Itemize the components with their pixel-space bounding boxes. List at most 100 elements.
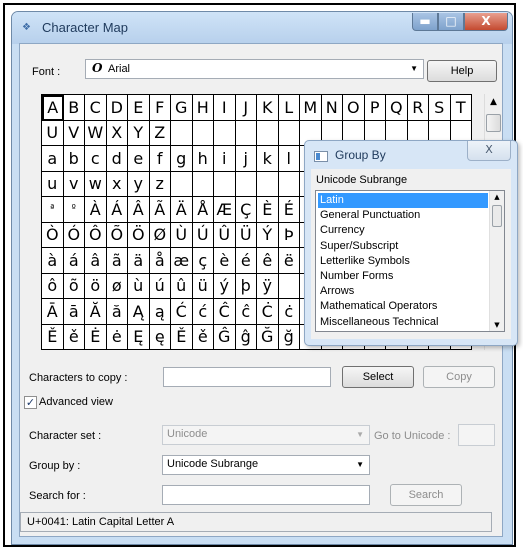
search-button[interactable]: Search (390, 484, 462, 506)
character-cell[interactable]: È (257, 197, 279, 223)
character-cell[interactable]: I (214, 95, 236, 121)
subrange-list-item[interactable]: Miscellaneous Technical (318, 315, 488, 330)
character-cell[interactable]: æ (171, 248, 193, 274)
character-cell[interactable]: J (235, 95, 257, 121)
character-cell[interactable]: L (278, 95, 300, 121)
character-cell[interactable]: ý (214, 273, 236, 299)
character-cell[interactable]: Á (106, 197, 128, 223)
character-cell[interactable]: Ċ (257, 299, 279, 325)
character-cell[interactable]: Ø (149, 222, 171, 248)
character-cell[interactable]: e (128, 146, 150, 172)
character-cell[interactable]: Ě (42, 324, 64, 350)
search-input[interactable] (162, 485, 370, 505)
character-cell[interactable]: ÿ (257, 273, 279, 299)
character-cell[interactable]: Ě (171, 324, 193, 350)
character-cell[interactable]: k (257, 146, 279, 172)
character-cell[interactable]: É (278, 197, 300, 223)
minimize-button[interactable]: ▬ (412, 13, 438, 31)
character-cell[interactable]: Ę (128, 324, 150, 350)
character-cell[interactable]: B (63, 95, 85, 121)
subrange-list-item[interactable]: General Punctuation (318, 208, 488, 223)
character-cell[interactable]: Z (149, 120, 171, 146)
character-cell[interactable]: ą (149, 299, 171, 325)
character-cell[interactable]: ĝ (235, 324, 257, 350)
character-cell[interactable]: ö (85, 273, 107, 299)
character-cell[interactable]: K (257, 95, 279, 121)
character-cell[interactable] (171, 120, 193, 146)
character-cell[interactable]: x (106, 171, 128, 197)
character-cell[interactable]: ä (128, 248, 150, 274)
scroll-thumb[interactable] (486, 114, 501, 132)
character-cell[interactable]: v (63, 171, 85, 197)
character-cell[interactable]: U (42, 120, 64, 146)
character-cell[interactable] (278, 171, 300, 197)
character-cell[interactable]: d (106, 146, 128, 172)
character-cell[interactable]: Ç (235, 197, 257, 223)
character-cell[interactable]: Ĉ (214, 299, 236, 325)
character-cell[interactable]: S (429, 95, 451, 121)
character-cell[interactable] (278, 120, 300, 146)
advanced-view-checkbox[interactable]: ✓ (24, 396, 37, 409)
character-cell[interactable]: Ğ (257, 324, 279, 350)
character-cell[interactable]: à (42, 248, 64, 274)
character-cell[interactable]: Ö (128, 222, 150, 248)
character-cell[interactable]: Ú (192, 222, 214, 248)
character-cell[interactable]: l (278, 146, 300, 172)
character-cell[interactable]: ø (106, 273, 128, 299)
character-cell[interactable]: Ą (128, 299, 150, 325)
character-cell[interactable]: Ã (149, 197, 171, 223)
character-cell[interactable]: i (214, 146, 236, 172)
subrange-list-item[interactable]: Letterlike Symbols (318, 254, 488, 269)
character-cell[interactable]: Â (128, 197, 150, 223)
font-dropdown[interactable]: O Arial ▼ (85, 59, 424, 79)
list-scroll-down-icon[interactable]: ▼ (490, 321, 504, 329)
character-cell[interactable]: û (171, 273, 193, 299)
character-cell[interactable]: ë (278, 248, 300, 274)
character-cell[interactable]: ć (192, 299, 214, 325)
character-cell[interactable]: ª (42, 197, 64, 223)
character-cell[interactable]: H (192, 95, 214, 121)
character-cell[interactable]: ü (192, 273, 214, 299)
character-cell[interactable]: V (63, 120, 85, 146)
characters-to-copy-input[interactable] (163, 367, 331, 387)
character-cell[interactable]: P (364, 95, 386, 121)
list-scroll-up-icon[interactable]: ▲ (490, 193, 504, 201)
character-cell[interactable]: ě (192, 324, 214, 350)
character-cell[interactable]: Ä (171, 197, 193, 223)
character-cell[interactable]: Ù (171, 222, 193, 248)
character-cell[interactable] (214, 120, 236, 146)
character-cell[interactable]: Ý (257, 222, 279, 248)
character-cell[interactable] (214, 171, 236, 197)
character-cell[interactable] (235, 171, 257, 197)
character-cell[interactable]: ā (63, 299, 85, 325)
character-cell[interactable] (192, 120, 214, 146)
character-cell[interactable]: z (149, 171, 171, 197)
character-cell[interactable]: Ü (235, 222, 257, 248)
character-cell[interactable]: è (214, 248, 236, 274)
character-cell[interactable]: ę (149, 324, 171, 350)
character-cell[interactable]: º (63, 197, 85, 223)
character-cell[interactable]: Õ (106, 222, 128, 248)
character-cell[interactable]: Û (214, 222, 236, 248)
character-cell[interactable]: ğ (278, 324, 300, 350)
close-button[interactable]: X (464, 13, 508, 31)
select-button[interactable]: Select (342, 366, 414, 388)
character-cell[interactable]: a (42, 146, 64, 172)
character-cell[interactable]: C (85, 95, 107, 121)
character-cell[interactable]: D (106, 95, 128, 121)
character-cell[interactable]: ú (149, 273, 171, 299)
character-cell[interactable]: Ò (42, 222, 64, 248)
character-cell[interactable]: Ĝ (214, 324, 236, 350)
subrange-list-item[interactable]: Super/Subscript (318, 239, 488, 254)
title-bar[interactable]: ❖ Character Map ▬ □ X (12, 12, 512, 44)
character-cell[interactable]: F (149, 95, 171, 121)
character-cell[interactable]: ě (63, 324, 85, 350)
character-cell[interactable]: ė (106, 324, 128, 350)
character-cell[interactable]: Y (128, 120, 150, 146)
subrange-list-item[interactable]: Arrows (318, 284, 488, 299)
character-cell[interactable] (235, 120, 257, 146)
character-cell[interactable]: b (63, 146, 85, 172)
character-cell[interactable]: ê (257, 248, 279, 274)
character-set-dropdown[interactable]: Unicode ▼ (162, 425, 370, 445)
character-cell[interactable]: O (343, 95, 365, 121)
